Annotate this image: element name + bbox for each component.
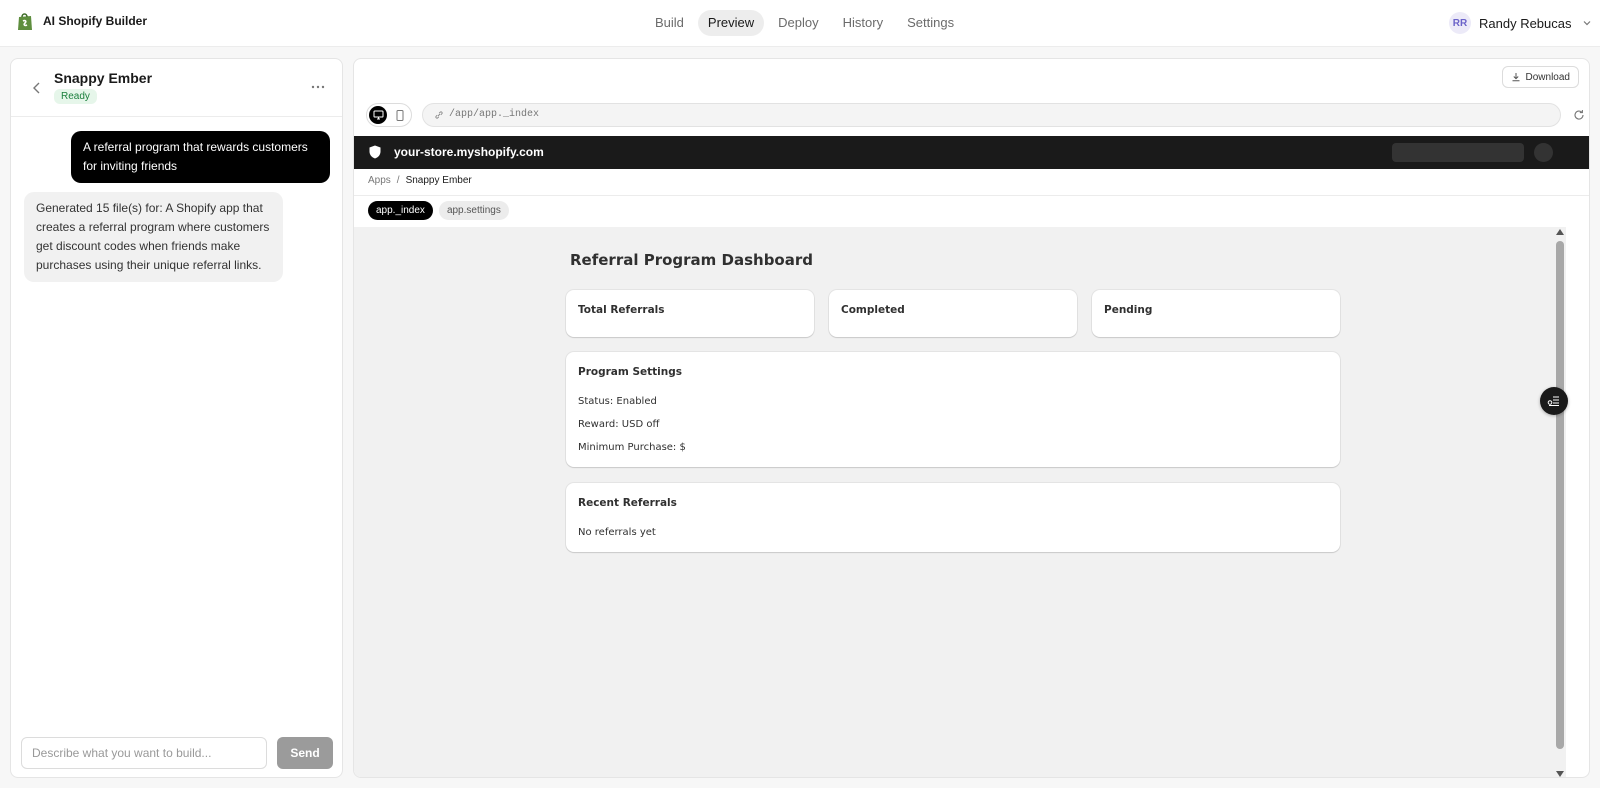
divider	[354, 195, 1589, 196]
stat-label: Completed	[841, 304, 905, 316]
route-tabs: app._index app.settings	[368, 201, 509, 220]
mobile-view-button[interactable]	[392, 107, 408, 123]
chat-header: Snappy Ember Ready	[11, 59, 342, 117]
chat-panel: Snappy Ember Ready A referral program th…	[10, 58, 343, 778]
phone-icon	[396, 109, 404, 121]
store-admin-bar: your-store.myshopify.com	[354, 136, 1589, 169]
settings-status: Status: Enabled	[578, 396, 657, 407]
send-button[interactable]: Send	[277, 737, 333, 769]
stat-label: Total Referrals	[578, 304, 665, 316]
list-filter-icon	[1547, 396, 1559, 406]
nav-preview[interactable]: Preview	[697, 10, 765, 36]
scroll-down-arrow[interactable]	[1556, 771, 1564, 777]
scroll-up-arrow[interactable]	[1556, 229, 1564, 235]
download-icon	[1512, 73, 1520, 82]
user-menu[interactable]: RR Randy Rebucas	[1449, 12, 1592, 34]
card-title: Program Settings	[578, 366, 683, 378]
shield-icon	[369, 145, 381, 159]
empty-state: No referrals yet	[578, 527, 656, 538]
user-name: Randy Rebucas	[1479, 15, 1572, 31]
app-title: AI Shopify Builder	[43, 14, 148, 28]
stat-card-completed: Completed	[829, 290, 1077, 337]
card-title: Recent Referrals	[578, 497, 677, 509]
refresh-button[interactable]	[1567, 103, 1589, 127]
status-badge: Ready	[54, 89, 97, 104]
stat-label: Pending	[1104, 304, 1153, 316]
prompt-input[interactable]	[21, 737, 267, 769]
nav-history[interactable]: History	[833, 10, 893, 36]
download-button[interactable]: Download	[1501, 66, 1579, 88]
nav-deploy[interactable]: Deploy	[768, 10, 828, 36]
stat-card-total: Total Referrals	[566, 290, 814, 337]
scrollbar[interactable]	[1554, 227, 1566, 777]
user-message: A referral program that rewards customer…	[71, 131, 330, 183]
nav-build[interactable]: Build	[645, 10, 694, 36]
main-nav: Build Preview Deploy History Settings	[645, 10, 964, 36]
recent-referrals-card: Recent Referrals No referrals yet	[566, 483, 1340, 552]
settings-minimum: Minimum Purchase: $	[578, 442, 686, 453]
store-url: your-store.myshopify.com	[394, 145, 544, 159]
refresh-icon	[1574, 110, 1584, 120]
top-bar: AI Shopify Builder Build Preview Deploy …	[0, 0, 1600, 47]
project-name: Snappy Ember	[54, 70, 153, 86]
download-label: Download	[1525, 71, 1570, 83]
program-settings-card: Program Settings Status: Enabled Reward:…	[566, 352, 1340, 467]
page-title: Referral Program Dashboard	[570, 251, 813, 269]
store-avatar[interactable]	[1534, 143, 1553, 162]
chevron-down-icon	[1583, 21, 1590, 26]
avatar: RR	[1449, 12, 1471, 34]
app-preview-canvas: Referral Program Dashboard Total Referra…	[354, 227, 1554, 777]
device-toggle	[366, 103, 412, 127]
link-icon	[435, 111, 443, 119]
url-text: /app/app._index	[449, 109, 540, 120]
shopify-bag-icon[interactable]	[16, 12, 34, 31]
store-search-input[interactable]	[1392, 143, 1524, 162]
monitor-icon	[373, 110, 383, 120]
stat-card-pending: Pending	[1092, 290, 1340, 337]
preview-panel: Download /app/app._index your-store.mysh…	[353, 58, 1590, 778]
scroll-thumb[interactable]	[1556, 241, 1564, 749]
more-options-icon[interactable]	[310, 79, 326, 95]
inspector-toggle-button[interactable]	[1540, 387, 1568, 415]
breadcrumb-apps[interactable]: Apps	[368, 175, 391, 186]
breadcrumb: Apps / Snappy Ember	[368, 175, 472, 186]
route-tab-index[interactable]: app._index	[368, 201, 433, 220]
route-tab-settings[interactable]: app.settings	[438, 201, 509, 220]
desktop-view-button[interactable]	[369, 106, 387, 124]
chevron-left-icon[interactable]	[29, 80, 45, 96]
breadcrumb-separator: /	[396, 175, 400, 186]
nav-settings[interactable]: Settings	[897, 10, 964, 36]
assistant-message: Generated 15 file(s) for: A Shopify app …	[24, 192, 283, 282]
breadcrumb-current: Snappy Ember	[405, 175, 472, 186]
settings-reward: Reward: USD off	[578, 419, 660, 430]
url-bar[interactable]: /app/app._index	[422, 103, 1561, 127]
